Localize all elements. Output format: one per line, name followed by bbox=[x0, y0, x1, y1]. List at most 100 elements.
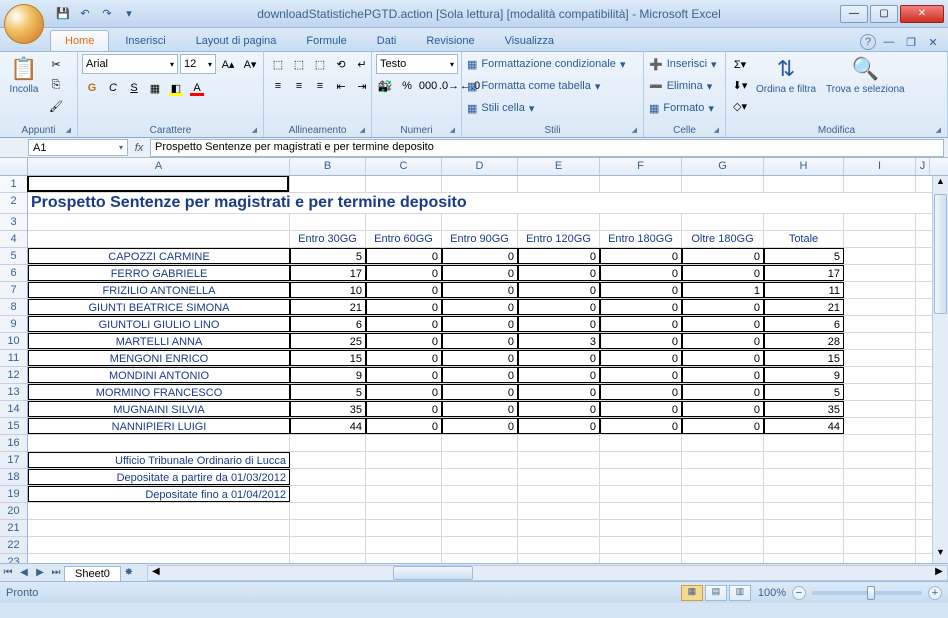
cell[interactable]: 0 bbox=[518, 418, 600, 434]
row-header[interactable]: 22 bbox=[0, 537, 27, 554]
cell[interactable] bbox=[366, 520, 442, 536]
cell[interactable] bbox=[290, 176, 366, 192]
cell[interactable]: 0 bbox=[366, 316, 442, 332]
comma-icon[interactable]: 000 bbox=[418, 76, 438, 96]
cell[interactable] bbox=[366, 537, 442, 553]
cell[interactable] bbox=[600, 537, 682, 553]
cell[interactable]: CAPOZZI CARMINE bbox=[28, 248, 290, 264]
cell[interactable]: Oltre 180GG bbox=[682, 231, 764, 247]
column-header-F[interactable]: F bbox=[600, 158, 682, 175]
row-header[interactable]: 2 bbox=[0, 193, 27, 214]
cell[interactable] bbox=[442, 214, 518, 230]
cell[interactable] bbox=[764, 452, 844, 468]
cell[interactable]: 10 bbox=[290, 282, 366, 298]
decrease-indent-icon[interactable]: ⇤ bbox=[331, 76, 351, 96]
delete-cells-button[interactable]: ➖ Elimina ▾ bbox=[648, 76, 713, 96]
cell[interactable]: MORMINO FRANCESCO bbox=[28, 384, 290, 400]
cell[interactable] bbox=[366, 554, 442, 563]
cell[interactable] bbox=[290, 469, 366, 485]
cell[interactable]: 0 bbox=[442, 350, 518, 366]
column-header-H[interactable]: H bbox=[764, 158, 844, 175]
next-sheet-icon[interactable]: ▶ bbox=[32, 567, 48, 578]
percent-icon[interactable]: % bbox=[397, 76, 417, 96]
cell[interactable] bbox=[518, 452, 600, 468]
font-size-combo[interactable]: 12▾ bbox=[180, 54, 216, 74]
cell[interactable] bbox=[764, 554, 844, 563]
row-header[interactable]: 7 bbox=[0, 282, 27, 299]
cell[interactable]: 0 bbox=[682, 299, 764, 315]
cell[interactable]: 17 bbox=[290, 265, 366, 281]
currency-icon[interactable]: 💱 bbox=[376, 76, 396, 96]
cell[interactable]: 0 bbox=[366, 265, 442, 281]
cell[interactable] bbox=[28, 520, 290, 536]
paste-button[interactable]: 📋 Incolla bbox=[4, 54, 44, 97]
cell[interactable]: FRIZILIO ANTONELLA bbox=[28, 282, 290, 298]
cell[interactable] bbox=[844, 554, 916, 563]
cell[interactable] bbox=[844, 248, 916, 264]
cell[interactable]: Entro 30GG bbox=[290, 231, 366, 247]
cell[interactable]: 17 bbox=[764, 265, 844, 281]
row-header[interactable]: 21 bbox=[0, 520, 27, 537]
cell[interactable]: 0 bbox=[682, 367, 764, 383]
cell[interactable]: GIUNTOLI GIULIO LINO bbox=[28, 316, 290, 332]
cell[interactable] bbox=[764, 503, 844, 519]
cell[interactable]: 0 bbox=[366, 367, 442, 383]
undo-icon[interactable]: ↶ bbox=[76, 5, 94, 23]
cell[interactable]: 0 bbox=[600, 350, 682, 366]
cell[interactable]: 0 bbox=[366, 333, 442, 349]
cell[interactable] bbox=[28, 214, 290, 230]
cell[interactable]: 0 bbox=[442, 248, 518, 264]
cell[interactable]: 0 bbox=[600, 282, 682, 298]
cell[interactable] bbox=[442, 469, 518, 485]
worksheet-grid[interactable]: ABCDEFGHIJ 12345678910111213141516171819… bbox=[0, 158, 948, 563]
row-header[interactable]: 4 bbox=[0, 231, 27, 248]
cell[interactable] bbox=[442, 520, 518, 536]
cell[interactable]: 0 bbox=[518, 299, 600, 315]
fx-icon[interactable]: fx bbox=[128, 142, 150, 154]
cell[interactable] bbox=[764, 469, 844, 485]
cell[interactable] bbox=[682, 503, 764, 519]
name-box[interactable]: A1▾ bbox=[28, 139, 128, 156]
shrink-font-icon[interactable]: A▾ bbox=[240, 54, 260, 74]
cell[interactable]: 0 bbox=[518, 367, 600, 383]
cell[interactable]: 0 bbox=[600, 333, 682, 349]
cell[interactable] bbox=[442, 503, 518, 519]
clear-icon[interactable]: ◇▾ bbox=[730, 96, 750, 116]
qat-dropdown-icon[interactable]: ▾ bbox=[120, 5, 138, 23]
cell[interactable]: Entro 120GG bbox=[518, 231, 600, 247]
cell[interactable]: 0 bbox=[600, 316, 682, 332]
cell[interactable]: Depositate fino a 01/04/2012 bbox=[28, 486, 290, 502]
cell[interactable]: FERRO GABRIELE bbox=[28, 265, 290, 281]
cell[interactable] bbox=[844, 503, 916, 519]
row-header[interactable]: 14 bbox=[0, 401, 27, 418]
cell[interactable] bbox=[28, 176, 290, 192]
copy-icon[interactable]: ⎘ bbox=[46, 75, 66, 95]
cell[interactable] bbox=[442, 486, 518, 502]
row-header[interactable]: 15 bbox=[0, 418, 27, 435]
cell[interactable]: 0 bbox=[442, 316, 518, 332]
cell[interactable]: 21 bbox=[290, 299, 366, 315]
bold-button[interactable]: G bbox=[82, 78, 102, 98]
cell[interactable]: 0 bbox=[366, 401, 442, 417]
cell[interactable]: 0 bbox=[442, 401, 518, 417]
cell[interactable]: 1 bbox=[682, 282, 764, 298]
cell[interactable] bbox=[442, 435, 518, 451]
cell[interactable] bbox=[600, 503, 682, 519]
close-button[interactable]: ✕ bbox=[900, 5, 944, 23]
sort-filter-button[interactable]: ⇅ Ordina e filtra bbox=[752, 54, 820, 97]
cell[interactable] bbox=[28, 503, 290, 519]
cell[interactable]: 21 bbox=[764, 299, 844, 315]
font-color-icon[interactable]: A bbox=[187, 78, 207, 98]
cell[interactable]: 6 bbox=[290, 316, 366, 332]
cell[interactable]: 0 bbox=[600, 384, 682, 400]
mdi-minimize-icon[interactable]: — bbox=[880, 33, 898, 51]
cell[interactable]: 0 bbox=[682, 401, 764, 417]
tab-layout[interactable]: Layout di pagina bbox=[182, 31, 291, 51]
new-sheet-icon[interactable]: ✸ bbox=[121, 567, 137, 578]
cell[interactable]: 0 bbox=[366, 350, 442, 366]
row-header[interactable]: 10 bbox=[0, 333, 27, 350]
cell[interactable] bbox=[844, 214, 916, 230]
cell[interactable]: 15 bbox=[764, 350, 844, 366]
cell[interactable] bbox=[518, 486, 600, 502]
cell[interactable]: MONDINI ANTONIO bbox=[28, 367, 290, 383]
